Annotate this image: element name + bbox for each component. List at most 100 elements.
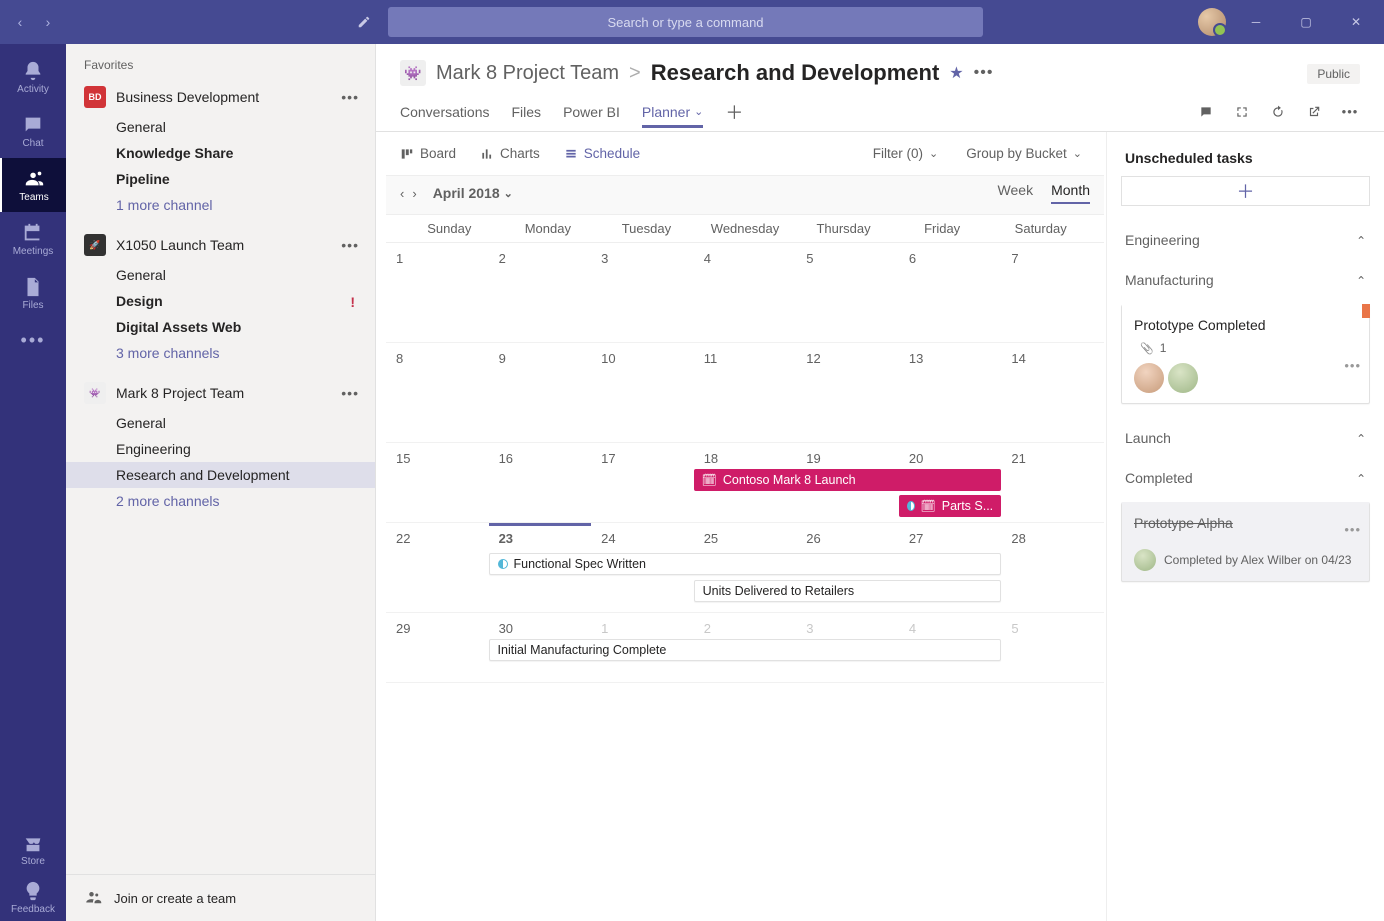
- mode-month[interactable]: Month: [1051, 182, 1090, 204]
- day-cell[interactable]: 15: [386, 443, 489, 522]
- window-close[interactable]: ✕: [1336, 7, 1376, 37]
- compose-button[interactable]: [350, 8, 378, 36]
- bucket-manufacturing[interactable]: Manufacturing ⌄: [1107, 260, 1384, 300]
- channel-more-link[interactable]: 2 more channels: [66, 488, 375, 514]
- mode-week[interactable]: Week: [998, 182, 1034, 204]
- calendar-header: ‹ › April 2018⌄ Week Month: [386, 175, 1104, 215]
- bucket-engineering[interactable]: Engineering ⌄: [1107, 220, 1384, 260]
- search-input[interactable]: [388, 7, 983, 37]
- day-cell[interactable]: 4: [694, 243, 797, 342]
- day-cell[interactable]: 1: [386, 243, 489, 342]
- forward-button[interactable]: ›: [36, 10, 60, 34]
- day-cell[interactable]: 21: [1001, 443, 1104, 522]
- team-more[interactable]: •••: [335, 89, 365, 105]
- groupby-dropdown[interactable]: Group by Bucket⌄: [966, 146, 1082, 161]
- day-cell[interactable]: 2: [489, 243, 592, 342]
- event-parts[interactable]: 🗓 Parts S...: [899, 495, 1002, 517]
- event-initmfg[interactable]: Initial Manufacturing Complete: [489, 639, 1002, 661]
- next-month-button[interactable]: ›: [412, 186, 416, 201]
- back-button[interactable]: ‹: [8, 10, 32, 34]
- current-month[interactable]: April 2018⌄: [433, 185, 513, 201]
- channel-item[interactable]: General: [66, 114, 375, 140]
- day-cell[interactable]: 16: [489, 443, 592, 522]
- tab-conversation-icon[interactable]: [1196, 102, 1216, 122]
- task-more[interactable]: •••: [1344, 358, 1361, 373]
- channel-item-selected[interactable]: Research and Development: [66, 462, 375, 488]
- rail-files[interactable]: Files: [0, 266, 66, 320]
- tab-expand-icon[interactable]: [1232, 102, 1252, 122]
- channel-item[interactable]: Digital Assets Web: [66, 314, 375, 340]
- day-cell[interactable]: 11: [694, 343, 797, 442]
- bucket-completed[interactable]: Completed ⌄: [1107, 458, 1384, 498]
- rail-activity[interactable]: Activity: [0, 50, 66, 104]
- event-funcspec[interactable]: Functional Spec Written: [489, 553, 1002, 575]
- tab-more-icon[interactable]: •••: [1340, 102, 1360, 122]
- channel-more-link[interactable]: 3 more channels: [66, 340, 375, 366]
- channel-item[interactable]: General: [66, 410, 375, 436]
- tab-refresh-icon[interactable]: [1268, 102, 1288, 122]
- team-row[interactable]: 👾 Mark 8 Project Team •••: [66, 376, 375, 410]
- day-cell[interactable]: 22: [386, 523, 489, 612]
- rail-store[interactable]: Store: [0, 825, 66, 873]
- day-cell[interactable]: 8: [386, 343, 489, 442]
- day-cell[interactable]: 3: [591, 243, 694, 342]
- day-cell[interactable]: 10: [591, 343, 694, 442]
- favorite-star-icon[interactable]: ★: [949, 63, 963, 83]
- task-card[interactable]: Prototype Completed 1 •••: [1121, 304, 1370, 404]
- window-minimize[interactable]: ─: [1236, 7, 1276, 37]
- day-cell[interactable]: 5: [796, 243, 899, 342]
- day-cell[interactable]: 12: [796, 343, 899, 442]
- day-cell[interactable]: 13: [899, 343, 1002, 442]
- channel-item[interactable]: Knowledge Share: [66, 140, 375, 166]
- prev-month-button[interactable]: ‹: [400, 186, 404, 201]
- event-contoso-launch[interactable]: 🗓 Contoso Mark 8 Launch: [694, 469, 1002, 491]
- rail-chat[interactable]: Chat: [0, 104, 66, 158]
- assignee-avatar[interactable]: [1168, 363, 1198, 393]
- assignee-avatar[interactable]: [1134, 363, 1164, 393]
- channel-item[interactable]: Pipeline: [66, 166, 375, 192]
- channel-item[interactable]: Design!: [66, 288, 375, 314]
- task-card-completed[interactable]: Prototype Alpha ••• Completed by Alex Wi…: [1121, 502, 1370, 582]
- channel-more-icon[interactable]: •••: [974, 64, 994, 82]
- team-more[interactable]: •••: [335, 385, 365, 401]
- bulb-icon: [22, 880, 44, 902]
- tab-planner[interactable]: Planner⌄: [642, 96, 703, 128]
- channel-item[interactable]: General: [66, 262, 375, 288]
- join-create-team[interactable]: Join or create a team: [66, 874, 375, 921]
- tab-files[interactable]: Files: [512, 96, 542, 128]
- day-cell[interactable]: 14: [1001, 343, 1104, 442]
- team-row[interactable]: 🚀 X1050 Launch Team •••: [66, 228, 375, 262]
- rail-feedback[interactable]: Feedback: [0, 873, 66, 921]
- view-board[interactable]: Board: [400, 146, 456, 161]
- channel-item[interactable]: Engineering: [66, 436, 375, 462]
- tab-powerbi[interactable]: Power BI: [563, 96, 620, 128]
- add-task-button[interactable]: ＋: [1121, 176, 1370, 206]
- day-number: 19: [806, 451, 820, 466]
- window-maximize[interactable]: ▢: [1286, 7, 1326, 37]
- day-cell[interactable]: 28: [1001, 523, 1104, 612]
- bucket-launch[interactable]: Launch ⌄: [1107, 418, 1384, 458]
- view-schedule[interactable]: Schedule: [564, 146, 640, 161]
- day-cell[interactable]: 7: [1001, 243, 1104, 342]
- event-units[interactable]: Units Delivered to Retailers: [694, 580, 1002, 602]
- filter-dropdown[interactable]: Filter (0)⌄: [873, 146, 938, 161]
- tab-conversations[interactable]: Conversations: [400, 96, 490, 128]
- rail-more[interactable]: •••: [0, 320, 66, 360]
- day-cell[interactable]: 5: [1001, 613, 1104, 682]
- day-number: 3: [806, 621, 813, 636]
- user-avatar[interactable]: [1198, 8, 1226, 36]
- tab-popout-icon[interactable]: [1304, 102, 1324, 122]
- day-cell[interactable]: 6: [899, 243, 1002, 342]
- rail-teams[interactable]: Teams: [0, 158, 66, 212]
- add-tab-button[interactable]: ＋: [725, 99, 743, 125]
- task-more[interactable]: •••: [1344, 522, 1361, 537]
- channel-more-link[interactable]: 1 more channel: [66, 192, 375, 218]
- day-cell[interactable]: 9: [489, 343, 592, 442]
- day-cell[interactable]: 29: [386, 613, 489, 682]
- view-charts[interactable]: Charts: [480, 146, 540, 161]
- day-cell[interactable]: 17: [591, 443, 694, 522]
- breadcrumb-team[interactable]: Mark 8 Project Team: [436, 62, 619, 85]
- team-more[interactable]: •••: [335, 237, 365, 253]
- rail-meetings[interactable]: Meetings: [0, 212, 66, 266]
- team-row[interactable]: BD Business Development •••: [66, 80, 375, 114]
